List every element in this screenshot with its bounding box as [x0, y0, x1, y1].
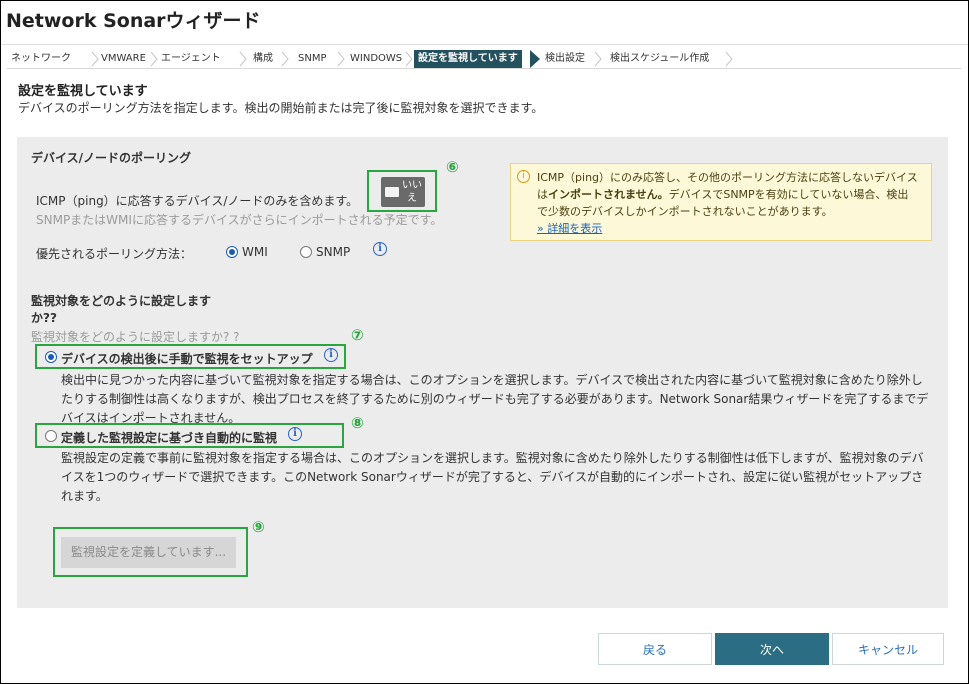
annotation-number-9: ⑨ [252, 518, 265, 536]
breadcrumb-step-windows[interactable]: WINDOWS [350, 50, 402, 68]
manual-monitoring-description: 検出中に見つかった内容に基づいて監視対象を指定する場合は、このオプションを選択し… [61, 373, 929, 425]
breadcrumb-step-schedule[interactable]: 検出スケジュール作成 [610, 50, 709, 68]
breadcrumb-step-config[interactable]: 構成 [253, 50, 273, 68]
breadcrumb: ネットワーク VMWARE エージェント 構成 SNMP WINDOWS 設定を… [7, 50, 961, 68]
annotation-number-6: ⑥ [446, 158, 459, 176]
window-title: Network Sonarウィザード [6, 10, 261, 32]
manual-monitoring-label[interactable]: デバイスの検出後に手動で監視をセットアップ [61, 350, 313, 367]
icmp-warning-box: i ICMP（ping）にのみ応答し、その他のポーリング方法に応答しないデバイス… [510, 163, 932, 241]
show-details-link[interactable]: » 詳細を表示 [537, 222, 602, 235]
back-button[interactable]: 戻る [598, 633, 712, 665]
auto-monitoring-radio[interactable] [45, 430, 57, 442]
snmp-radio[interactable] [300, 246, 312, 258]
annotation-box-6 [367, 170, 437, 212]
breadcrumb-step-monitoring[interactable]: 設定を監視しています [414, 50, 522, 68]
breadcrumb-step-vmware[interactable]: VMWARE [101, 50, 146, 68]
annotation-number-7: ⑦ [351, 326, 364, 344]
auto-monitoring-description: 監視設定の定義で事前に監視対象を指定する場合は、このオプションを選択します。監視… [61, 451, 924, 503]
next-button[interactable]: 次へ [715, 633, 829, 665]
monitoring-heading-line2: か?? [31, 311, 57, 325]
manual-monitoring-radio[interactable] [45, 351, 57, 363]
page-title: 設定を監視しています [18, 84, 148, 99]
chevron-right-icon [239, 51, 247, 67]
chevron-right-icon [150, 51, 158, 67]
title-divider [1, 44, 968, 45]
cancel-button[interactable]: キャンセル [832, 633, 944, 665]
breadcrumb-step-snmp[interactable]: SNMP [298, 50, 327, 68]
icmp-only-label: ICMP（ping）に応答するデバイス/ノードのみを含めます。 [36, 194, 359, 208]
auto-monitoring-label[interactable]: 定義した監視設定に基づき自動的に監視 [61, 429, 277, 446]
annotation-number-8: ⑧ [351, 414, 364, 432]
wmi-radio-label[interactable]: WMI [242, 245, 268, 259]
chevron-right-icon [725, 51, 733, 67]
info-icon[interactable]: i [288, 427, 302, 441]
wmi-radio[interactable] [226, 246, 238, 258]
icmp-only-sublabel: SNMPまたはWMIに応答するデバイスがさらにインポートされる予定です。 [36, 213, 443, 227]
info-icon[interactable]: i [324, 348, 338, 362]
monitoring-heading-line1: 監視対象をどのように設定します [31, 294, 212, 308]
breadcrumb-active-arrow [530, 50, 540, 68]
preferred-polling-label: 優先されるポーリング方法： [36, 247, 193, 261]
chevron-right-icon [281, 51, 289, 67]
warning-text: ICMP（ping）にのみ応答し、その他のポーリング方法に応答しないデバイス は… [537, 171, 918, 235]
breadcrumb-step-network[interactable]: ネットワーク [11, 50, 71, 68]
chevron-right-icon [594, 51, 602, 67]
breadcrumb-step-discovery-settings[interactable]: 検出設定 [545, 50, 585, 68]
snmp-radio-label[interactable]: SNMP [316, 245, 350, 259]
monitoring-subheading: 監視対象をどのように設定しますか? ? [31, 330, 240, 344]
page-description: デバイスのポーリング方法を指定します。検出の開始前または完了後に監視対象を選択で… [18, 101, 544, 115]
info-icon[interactable]: i [373, 242, 387, 256]
breadcrumb-step-agent[interactable]: エージェント [161, 50, 221, 68]
chevron-right-icon [337, 51, 345, 67]
lightbulb-icon: i [517, 170, 530, 183]
define-monitoring-button[interactable]: 監視設定を定義しています... [61, 537, 236, 568]
polling-heading: デバイス/ノードのポーリング [31, 151, 192, 165]
breadcrumb-divider [7, 68, 961, 69]
